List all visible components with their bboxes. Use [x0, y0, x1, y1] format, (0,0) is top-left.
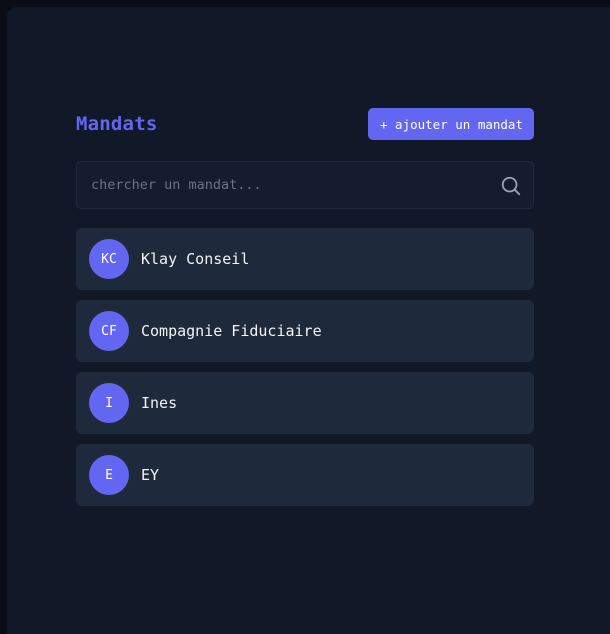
panel-header: Mandats + ajouter un mandat: [76, 108, 534, 140]
mandate-name: Compagnie Fiduciaire: [141, 322, 322, 340]
mandate-list: KC Klay Conseil CF Compagnie Fiduciaire …: [76, 228, 534, 506]
avatar: E: [89, 455, 129, 495]
search-box: [76, 161, 534, 209]
search-input[interactable]: [77, 162, 533, 208]
add-mandate-button[interactable]: + ajouter un mandat: [368, 108, 534, 140]
avatar: I: [89, 383, 129, 423]
app-window: Mandats + ajouter un mandat KC Klay Cons…: [7, 7, 610, 634]
list-item-ines[interactable]: I Ines: [76, 372, 534, 434]
list-item-ey[interactable]: E EY: [76, 444, 534, 506]
list-item-klay-conseil[interactable]: KC Klay Conseil: [76, 228, 534, 290]
mandate-name: Klay Conseil: [141, 250, 250, 268]
avatar: CF: [89, 311, 129, 351]
mandate-name: EY: [141, 466, 160, 484]
list-item-compagnie-fiduciaire[interactable]: CF Compagnie Fiduciaire: [76, 300, 534, 362]
mandates-panel: Mandats + ajouter un mandat KC Klay Cons…: [76, 108, 534, 516]
search-icon[interactable]: [500, 175, 522, 197]
page-title: Mandats: [76, 113, 158, 135]
mandate-name: Ines: [141, 394, 178, 412]
avatar: KC: [89, 239, 129, 279]
